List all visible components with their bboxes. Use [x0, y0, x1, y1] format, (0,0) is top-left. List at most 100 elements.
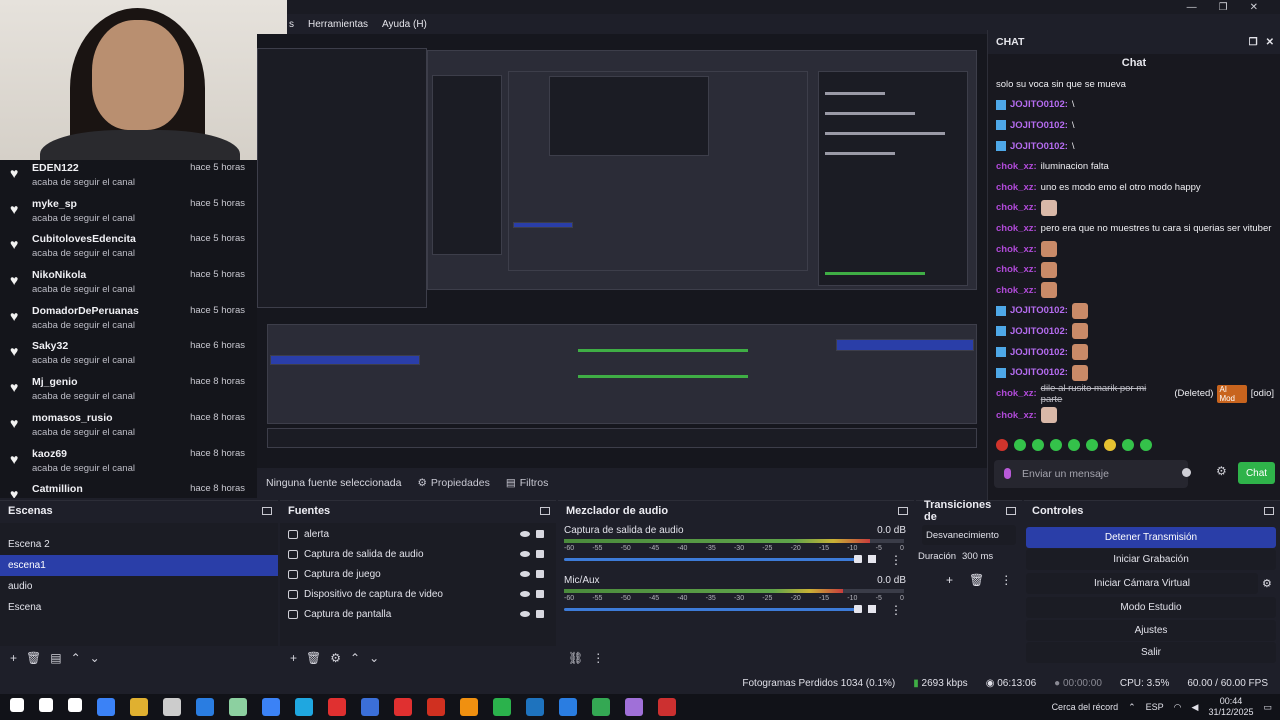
- minimize-icon[interactable]: —: [1187, 2, 1197, 13]
- trash-icon[interactable]: 🗑: [26, 651, 41, 665]
- source-item[interactable]: Captura de juego: [280, 564, 556, 584]
- menu-item-partial[interactable]: s: [289, 19, 294, 30]
- taskbar-app-icon[interactable]: [196, 698, 214, 716]
- lock-icon[interactable]: [536, 570, 544, 578]
- chat-username[interactable]: JOJITO0102:: [1010, 141, 1068, 152]
- duration-input[interactable]: 300 ms: [962, 551, 993, 562]
- taskbar-app-icon[interactable]: [130, 698, 148, 716]
- lock-icon[interactable]: [536, 530, 544, 538]
- filters-button[interactable]: ▤ Filtros: [506, 477, 549, 489]
- chat-username[interactable]: JOJITO0102:: [1010, 367, 1068, 378]
- language-indicator[interactable]: ESP: [1146, 702, 1164, 712]
- taskbar-app-icon[interactable]: [427, 698, 445, 716]
- lock-icon[interactable]: [536, 590, 544, 598]
- eye-icon[interactable]: [520, 591, 530, 597]
- close-icon[interactable]: ✕: [1250, 2, 1258, 13]
- chat-username[interactable]: chok_xz:: [996, 182, 1037, 193]
- up-icon[interactable]: ⌃: [350, 651, 360, 665]
- gear-icon[interactable]: ⚙: [1262, 577, 1280, 590]
- chat-username[interactable]: chok_xz:: [996, 202, 1037, 213]
- taskbar-app-icon[interactable]: [39, 698, 53, 712]
- menu-item-help[interactable]: Ayuda (H): [382, 19, 427, 30]
- volume-slider-handle[interactable]: [854, 605, 862, 613]
- kebab-icon[interactable]: ⋮: [592, 651, 604, 665]
- source-item[interactable]: alerta: [280, 524, 556, 544]
- undock-icon[interactable]: [540, 507, 550, 515]
- clock[interactable]: 00:44 31/12/2025: [1208, 696, 1253, 718]
- chat-username[interactable]: chok_xz:: [996, 264, 1037, 275]
- scene-item[interactable]: audio: [0, 576, 278, 597]
- undock-icon[interactable]: ❐: [1249, 37, 1258, 48]
- maximize-icon[interactable]: ❐: [1219, 2, 1228, 13]
- undock-icon[interactable]: [898, 507, 908, 515]
- chat-username[interactable]: chok_xz:: [996, 223, 1037, 234]
- chat-username[interactable]: JOJITO0102:: [1010, 326, 1068, 337]
- stop-stream-button[interactable]: Detener Transmisión: [1026, 526, 1276, 548]
- undock-icon[interactable]: [262, 507, 272, 515]
- chat-username[interactable]: JOJITO0102:: [1010, 99, 1068, 110]
- speaker-icon[interactable]: [868, 605, 876, 613]
- taskbar-app-icon[interactable]: [526, 698, 544, 716]
- taskbar-app-icon[interactable]: [328, 698, 346, 716]
- scene-item[interactable]: Escena 2: [0, 534, 278, 555]
- source-item[interactable]: Dispositivo de captura de video: [280, 584, 556, 604]
- source-item[interactable]: Captura de pantalla: [280, 604, 556, 624]
- chat-username[interactable]: JOJITO0102:: [1010, 120, 1068, 131]
- gear-icon[interactable]: ⚙: [330, 651, 341, 665]
- add-icon[interactable]: +: [290, 651, 297, 665]
- taskbar-app-icon[interactable]: [658, 698, 676, 716]
- eye-icon[interactable]: [520, 571, 530, 577]
- lock-icon[interactable]: [536, 610, 544, 618]
- chat-message-list[interactable]: solo su voca sin que se mueva JOJITO0102…: [996, 74, 1274, 462]
- undock-icon[interactable]: [1006, 507, 1016, 515]
- kebab-icon[interactable]: ⋮: [890, 603, 902, 617]
- chat-username[interactable]: chok_xz:: [996, 244, 1037, 255]
- taskbar-app-icon[interactable]: [460, 698, 478, 716]
- chat-username[interactable]: JOJITO0102:: [1010, 347, 1068, 358]
- chat-username[interactable]: chok_xz:: [996, 410, 1037, 421]
- wifi-icon[interactable]: ◠: [1174, 702, 1182, 713]
- transition-select[interactable]: Desvanecimiento: [922, 525, 1016, 545]
- chat-username[interactable]: chok_xz:: [996, 161, 1037, 172]
- taskbar-app-icon[interactable]: [68, 698, 82, 712]
- emote-picker-icon[interactable]: [1182, 468, 1191, 477]
- up-icon[interactable]: ⌃: [71, 651, 81, 665]
- notifications-icon[interactable]: ▭: [1263, 702, 1272, 713]
- taskbar-app-icon[interactable]: [97, 698, 115, 716]
- start-recording-button[interactable]: Iniciar Grabación: [1026, 549, 1276, 570]
- exit-button[interactable]: Salir: [1026, 642, 1276, 663]
- taskbar-app-icon[interactable]: [394, 698, 412, 716]
- gear-icon[interactable]: ⚙: [1216, 464, 1227, 478]
- taskbar-app-icon[interactable]: [625, 698, 643, 716]
- trash-icon[interactable]: 🗑: [306, 651, 321, 665]
- volume-slider[interactable]: [564, 558, 860, 561]
- settings-button[interactable]: Ajustes: [1026, 619, 1276, 641]
- taskbar-app-icon[interactable]: [361, 698, 379, 716]
- kebab-icon[interactable]: ⋮: [890, 553, 902, 567]
- volume-slider[interactable]: [564, 608, 860, 611]
- chat-username[interactable]: JOJITO0102:: [1010, 305, 1068, 316]
- taskbar-app-icon[interactable]: [559, 698, 577, 716]
- filter-icon[interactable]: ▤: [50, 651, 61, 665]
- start-virtual-camera-button[interactable]: Iniciar Cámara Virtual: [1026, 573, 1258, 594]
- taskbar-app-icon[interactable]: [295, 698, 313, 716]
- close-icon[interactable]: ✕: [1266, 37, 1274, 48]
- eye-icon[interactable]: [520, 531, 530, 537]
- source-item[interactable]: Captura de salida de audio: [280, 544, 556, 564]
- scene-item[interactable]: Escena: [0, 597, 278, 618]
- link-icon[interactable]: ⛓: [568, 651, 583, 665]
- emote-bar[interactable]: [996, 439, 1152, 455]
- taskbar-app-icon[interactable]: [493, 698, 511, 716]
- eye-icon[interactable]: [520, 551, 530, 557]
- chat-username[interactable]: chok_xz:: [996, 285, 1037, 296]
- add-icon[interactable]: +: [946, 573, 953, 587]
- chat-input[interactable]: Enviar un mensaje: [994, 460, 1188, 488]
- studio-mode-button[interactable]: Modo Estudio: [1026, 597, 1276, 618]
- taskbar-app-icon[interactable]: [163, 698, 181, 716]
- down-icon[interactable]: ⌄: [90, 651, 100, 665]
- lock-icon[interactable]: [536, 550, 544, 558]
- volume-slider-handle[interactable]: [854, 555, 862, 563]
- undock-icon[interactable]: [1264, 507, 1274, 515]
- kebab-icon[interactable]: ⋮: [1000, 573, 1012, 587]
- chat-send-button[interactable]: Chat: [1238, 462, 1275, 484]
